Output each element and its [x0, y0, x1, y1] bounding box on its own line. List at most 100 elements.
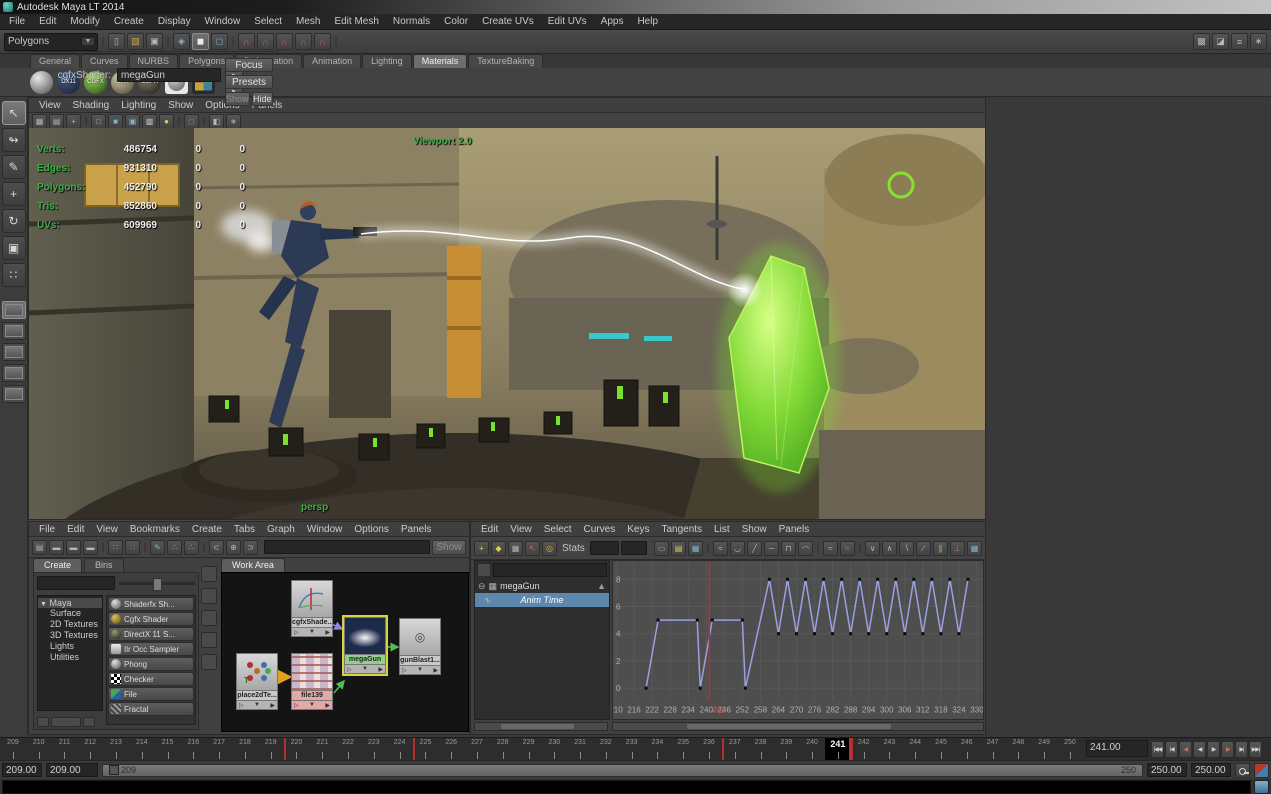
timeline-frame[interactable]: 244: [902, 738, 928, 761]
timeline-frame[interactable]: 227: [464, 738, 490, 761]
swap-buffer-curve-icon[interactable]: ≈: [840, 540, 855, 556]
time-snap-icon[interactable]: ∥: [933, 540, 948, 556]
menu-item[interactable]: Edit: [32, 15, 63, 28]
timeline-frame[interactable]: 215: [155, 738, 181, 761]
playback-start-field[interactable]: 209.00: [46, 763, 98, 777]
graph-editor-menu-item[interactable]: List: [708, 524, 736, 535]
timeline-frame[interactable]: 214: [129, 738, 155, 761]
separator[interactable]: |: [201, 540, 207, 555]
timeline-frame[interactable]: 230: [541, 738, 567, 761]
layout-split-tabs-icon[interactable]: ▬: [83, 539, 98, 555]
clamped-tangent-icon[interactable]: ◡: [730, 540, 745, 556]
insert-keys-icon[interactable]: ◆: [491, 540, 506, 556]
menu-item[interactable]: Help: [630, 15, 665, 28]
pager-track[interactable]: [51, 717, 81, 727]
timeline-frame[interactable]: 250: [1057, 738, 1083, 761]
graph-plot-area[interactable]: 2102162222282342402462522582642702762822…: [609, 560, 984, 720]
collapse-icon[interactable]: ⊖: [478, 581, 486, 592]
filter-icon[interactable]: [477, 563, 491, 577]
timeline-frame[interactable]: 218: [232, 738, 258, 761]
stats-time-input[interactable]: [589, 541, 619, 555]
animation-start-field[interactable]: 209.00: [2, 763, 42, 777]
create-search-input[interactable]: [37, 576, 115, 590]
node-controls[interactable]: ▷ ▼ ▶: [291, 628, 333, 637]
timeline-frame[interactable]: 211: [52, 738, 78, 761]
new-scene-icon[interactable]: ▯: [108, 33, 125, 50]
node-cgfxshader-animtime[interactable]: cgfxShade... ▷ ▼ ▶: [291, 580, 333, 637]
timeline-frame[interactable]: 229: [516, 738, 542, 761]
layout-persp-outliner-button[interactable]: [1, 343, 26, 361]
menu-item[interactable]: Select: [247, 15, 289, 28]
range-checkbox[interactable]: [109, 765, 119, 775]
separator[interactable]: |: [100, 540, 106, 555]
hide-button[interactable]: Hide: [251, 92, 273, 106]
swatch-size-slider[interactable]: [119, 577, 195, 591]
snap-view-plane-icon[interactable]: ∩: [314, 33, 331, 50]
time-slider-ruler[interactable]: 209 210 211 212 213 214 215 216 217 218 219 220 221 2…: [0, 738, 1083, 761]
menu-item[interactable]: Edit Mesh: [327, 15, 385, 28]
step-forward-frame-button[interactable]: |▶: [1221, 741, 1234, 758]
side-button[interactable]: [201, 566, 217, 582]
tree-item[interactable]: 2D Textures: [38, 619, 102, 630]
unify-tangents-icon[interactable]: ∧: [882, 540, 897, 556]
lasso-tool-icon[interactable]: ↬: [1, 128, 26, 152]
snap-projected-center-icon[interactable]: ∩: [295, 33, 312, 50]
hypershade-menu-item[interactable]: Window: [301, 524, 349, 535]
separator[interactable]: |: [815, 541, 821, 556]
pager-right-icon[interactable]: [83, 717, 95, 727]
work-area-tab[interactable]: Work Area: [221, 558, 285, 572]
snap-grid-icon[interactable]: ∩: [238, 33, 255, 50]
timeline-frame[interactable]: 249: [1031, 738, 1057, 761]
plateau-tangent-icon[interactable]: ◠: [798, 540, 813, 556]
timeline-frame[interactable]: 225: [413, 738, 439, 761]
timeline-frame[interactable]: 216: [180, 738, 206, 761]
graph-editor-menu-item[interactable]: Select: [538, 524, 578, 535]
select-object-icon[interactable]: ◼: [192, 33, 209, 50]
step-back-frame-button[interactable]: ◀|: [1179, 741, 1192, 758]
timeline-frame[interactable]: 243: [877, 738, 903, 761]
node-controls[interactable]: ▷ ▼ ▶: [291, 701, 333, 710]
side-button[interactable]: [201, 588, 217, 604]
hypershade-menu-item[interactable]: Create: [186, 524, 228, 535]
buffer-curve-snapshot-icon[interactable]: ≈: [823, 540, 838, 556]
timeline-frame[interactable]: 246: [954, 738, 980, 761]
hypershade-menu-item[interactable]: Graph: [261, 524, 301, 535]
stats-value-input[interactable]: [620, 541, 648, 555]
show-button[interactable]: Show: [432, 539, 466, 555]
linear-tangent-icon[interactable]: ╱: [747, 540, 762, 556]
timeline-frame[interactable]: 235: [670, 738, 696, 761]
value-snap-icon[interactable]: ⊥: [950, 540, 965, 556]
node-name-field[interactable]: megaGun: [117, 68, 221, 82]
menu-item[interactable]: Modify: [63, 15, 106, 28]
timeline-frame[interactable]: 240: [799, 738, 825, 761]
channel-box-icon[interactable]: ≡: [1231, 33, 1248, 50]
graph-editor-menu-item[interactable]: Panels: [773, 524, 816, 535]
focus-button[interactable]: Focus: [225, 58, 273, 72]
node-place2dtexture[interactable]: T place2dTe... ▷ ▼ ▶: [236, 653, 278, 710]
play-backwards-button[interactable]: ◀: [1193, 741, 1206, 758]
menu-item[interactable]: Mesh: [289, 15, 327, 28]
tree-item[interactable]: Utilities: [38, 652, 102, 663]
create-texture-icon[interactable]: ✎: [150, 539, 165, 555]
show-button[interactable]: Show: [225, 92, 250, 106]
timeline-frame[interactable]: 224: [387, 738, 413, 761]
open-scene-icon[interactable]: ▨: [127, 33, 144, 50]
hypershade-menu-item[interactable]: Tabs: [228, 524, 261, 535]
timeline-frame[interactable]: 223: [361, 738, 387, 761]
shelf-tab[interactable]: Animation: [303, 54, 362, 68]
select-hierarchy-icon[interactable]: ◈: [173, 33, 190, 50]
create-node-button[interactable]: Fractal: [108, 702, 194, 716]
timeline-frame[interactable]: 222: [335, 738, 361, 761]
animation-end-field[interactable]: 250.00: [1191, 763, 1231, 777]
hypershade-menu-item[interactable]: File: [33, 524, 61, 535]
input-connections-icon[interactable]: ⊂: [209, 539, 224, 555]
graph-editor-menu-item[interactable]: Curves: [578, 524, 622, 535]
lock-tangent-weight-icon[interactable]: ∕: [916, 540, 931, 556]
timeline-frame[interactable]: 212: [77, 738, 103, 761]
viewport-scene[interactable]: Verts: 486754 0 0 Edges: 931310 0 0 Poly…: [29, 128, 985, 519]
move-tool-icon[interactable]: +: [1, 182, 26, 206]
outliner-channel-row[interactable]: ∿ Anim Time: [475, 593, 609, 607]
node-controls[interactable]: ▷ ▼ ▶: [344, 665, 386, 674]
timeline-frame[interactable]: 234: [645, 738, 671, 761]
menu-item[interactable]: Normals: [386, 15, 437, 28]
